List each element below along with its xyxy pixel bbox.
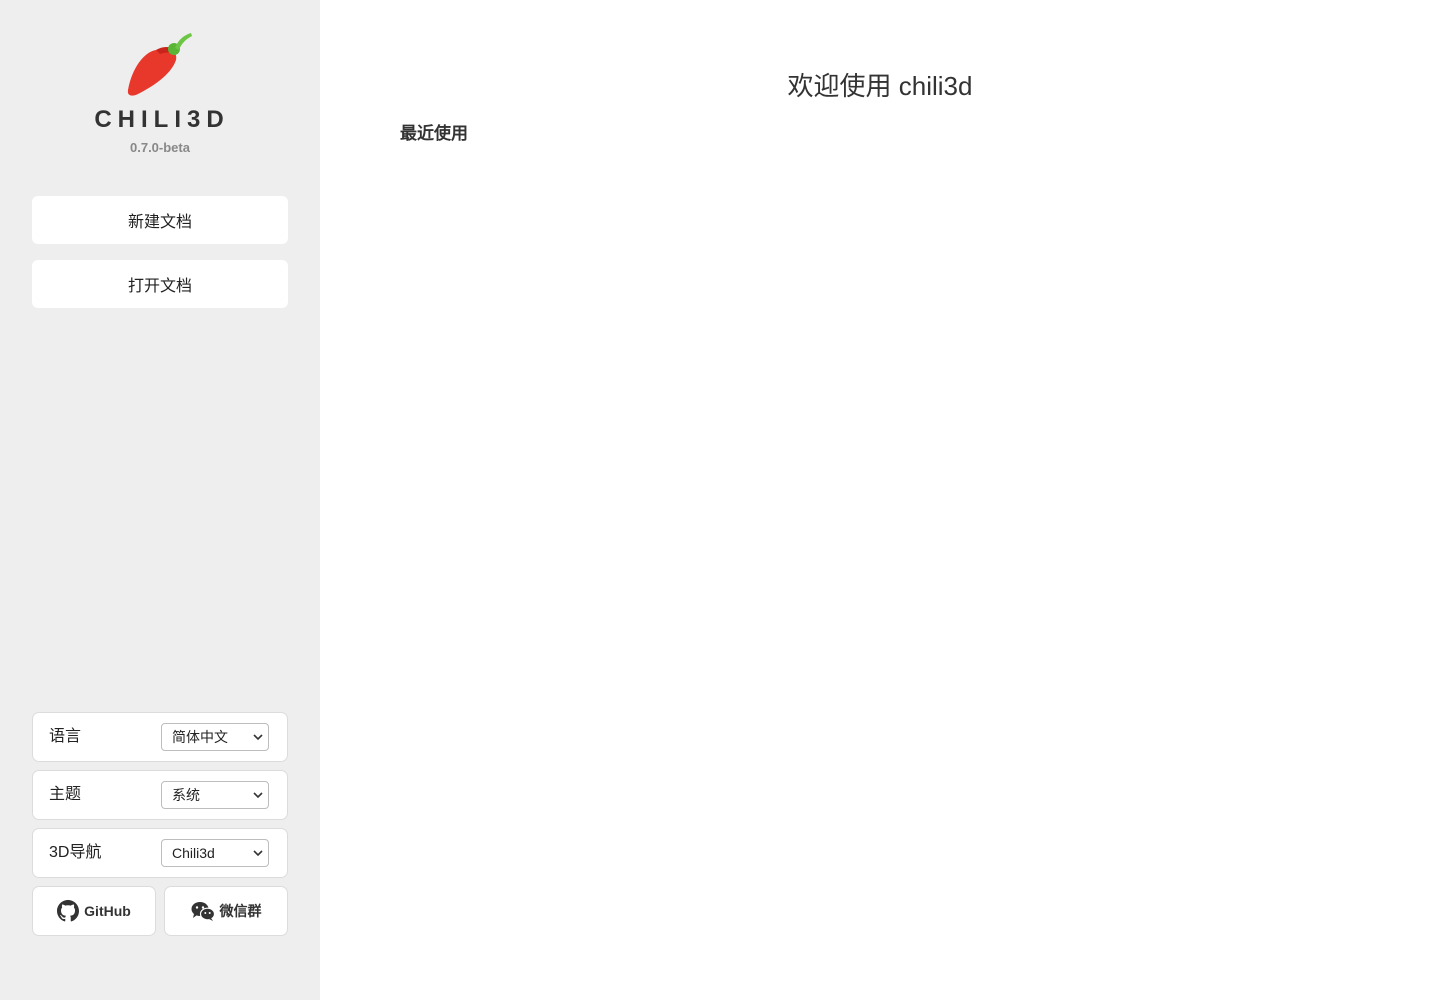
github-link-button[interactable]: GitHub	[32, 886, 156, 936]
navigation-select-value: Chili3d	[172, 845, 215, 861]
wechat-link-button[interactable]: 微信群	[164, 886, 288, 936]
github-label: GitHub	[84, 903, 131, 919]
open-document-button[interactable]: 打开文档	[32, 260, 288, 308]
theme-label: 主题	[49, 786, 82, 803]
wechat-icon	[191, 902, 215, 921]
logo-text: CHILI3D	[94, 106, 230, 133]
language-select[interactable]: 简体中文	[161, 723, 269, 751]
navigation-label: 3D导航	[49, 844, 102, 861]
app-window: CHILI3D 0.7.0-beta 新建文档 打开文档 语言 简体中文 主题 …	[0, 0, 1440, 1000]
new-document-button[interactable]: 新建文档	[32, 196, 288, 244]
theme-select-value: 系统	[172, 787, 200, 803]
page-title: 欢迎使用 chili3d	[787, 71, 973, 101]
navigation-select[interactable]: Chili3d	[161, 839, 269, 867]
version-label: 0.7.0-beta	[130, 140, 190, 155]
recent-heading: 最近使用	[400, 124, 468, 143]
chevron-down-icon	[253, 792, 263, 799]
language-label: 语言	[49, 728, 82, 745]
chevron-down-icon	[253, 734, 263, 741]
chevron-down-icon	[253, 850, 263, 857]
sidebar: CHILI3D 0.7.0-beta 新建文档 打开文档 语言 简体中文 主题 …	[0, 0, 320, 1000]
navigation-setting: 3D导航 Chili3d	[32, 828, 288, 878]
theme-setting: 主题 系统	[32, 770, 288, 820]
main-content: 欢迎使用 chili3d 最近使用	[320, 0, 1440, 1000]
language-select-value: 简体中文	[172, 729, 228, 745]
language-setting: 语言 简体中文	[32, 712, 288, 762]
wechat-label: 微信群	[219, 903, 262, 919]
chili-logo-icon	[127, 33, 192, 96]
theme-select[interactable]: 系统	[161, 781, 269, 809]
github-icon	[57, 900, 80, 922]
